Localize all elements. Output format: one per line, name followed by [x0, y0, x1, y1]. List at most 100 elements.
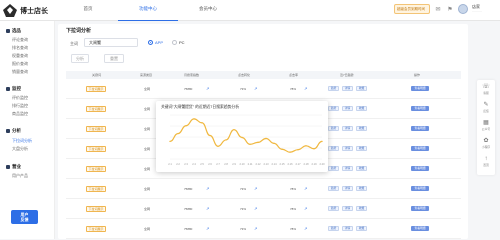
view-detail-button[interactable]: 查看明细	[411, 126, 429, 131]
keyword-tag[interactable]: 下拉词展示	[86, 126, 106, 132]
trend-icon[interactable]: ↗	[254, 206, 257, 212]
data-point[interactable]	[225, 139, 227, 141]
trend-button[interactable]: 趋势	[328, 226, 339, 231]
sidebar-item[interactable]: 评论查询	[12, 37, 28, 43]
keyword-tag[interactable]: 下拉词展示	[86, 226, 106, 232]
trend-icon[interactable]: ↗	[206, 86, 209, 92]
detail-button[interactable]: 详情	[342, 186, 353, 191]
detail-button[interactable]: 详情	[342, 146, 353, 151]
detail-button[interactable]: 详情	[342, 126, 353, 131]
favorite-button[interactable]: 收藏	[356, 206, 367, 211]
nav-function-center[interactable]: 功能中心	[118, 0, 178, 21]
avatar[interactable]	[458, 4, 468, 14]
favorite-button[interactable]: 收藏	[356, 106, 367, 111]
trend-icon[interactable]: ↗	[254, 186, 257, 192]
data-point[interactable]	[169, 140, 171, 143]
float-service[interactable]: ☏ 客服	[477, 84, 495, 95]
view-detail-button[interactable]: 查看明细	[411, 166, 429, 171]
sidebar-item[interactable]: 销量查询	[12, 69, 28, 75]
reset-button[interactable]: 重置	[104, 54, 124, 63]
data-point[interactable]	[313, 148, 315, 150]
nav-home[interactable]: 首页	[58, 0, 118, 21]
data-point[interactable]	[249, 143, 251, 146]
data-point[interactable]	[209, 134, 211, 137]
sidebar-group-analysis[interactable]: 分析	[6, 128, 21, 134]
trend-button[interactable]: 趋势	[328, 146, 339, 151]
detail-button[interactable]: 详情	[342, 86, 353, 91]
float-top[interactable]: ↑ 置顶	[477, 156, 495, 167]
notification-icon[interactable]: ✉	[434, 5, 442, 13]
vip-badge[interactable]: 超级会员到期时间	[394, 4, 430, 14]
trend-icon[interactable]: ↗	[304, 86, 307, 92]
trend-icon[interactable]: ↗	[304, 206, 307, 212]
trend-icon[interactable]: ↗	[254, 226, 257, 232]
sidebar-item[interactable]: 评价监控	[12, 95, 28, 101]
sidebar-group-business[interactable]: 营业	[6, 164, 21, 170]
feedback-promo-button[interactable]: 用户 反馈	[11, 210, 38, 224]
sidebar-item[interactable]: 权重查询	[12, 53, 28, 59]
data-point[interactable]	[201, 122, 203, 124]
data-point[interactable]	[185, 125, 187, 127]
nav-member-center[interactable]: 会员中心	[178, 0, 238, 21]
data-point[interactable]	[305, 145, 307, 147]
sidebar-item[interactable]: 排行监控	[12, 103, 28, 109]
favorite-button[interactable]: 收藏	[356, 86, 367, 91]
analyze-button[interactable]: 分析	[71, 54, 89, 63]
sidebar-item[interactable]: 大盘分析	[12, 146, 28, 152]
trend-icon[interactable]: ↗	[304, 226, 307, 232]
sidebar-item[interactable]: 排名查询	[12, 45, 28, 51]
trend-icon[interactable]: ↗	[206, 226, 209, 232]
trend-icon[interactable]: ↗	[206, 206, 209, 212]
favorite-button[interactable]: 收藏	[356, 126, 367, 131]
detail-button[interactable]: 详情	[342, 106, 353, 111]
keyword-input[interactable]: 大闸蟹	[84, 38, 138, 47]
keyword-tag[interactable]: 下拉词展示	[86, 146, 106, 152]
data-point[interactable]	[289, 151, 291, 153]
sidebar-item-active[interactable]: 下拉词分析	[12, 138, 32, 144]
float-feedback[interactable]: ✎ 反馈	[477, 102, 495, 113]
sidebar-item[interactable]: 用户产品	[12, 173, 28, 179]
trend-button[interactable]: 趋势	[328, 166, 339, 171]
favorite-button[interactable]: 收藏	[356, 226, 367, 231]
favorite-button[interactable]: 收藏	[356, 166, 367, 171]
trend-button[interactable]: 趋势	[328, 126, 339, 131]
data-point[interactable]	[257, 141, 259, 144]
platform-radio-app[interactable]: APP	[148, 40, 163, 45]
keyword-tag[interactable]: 下拉词展示	[86, 86, 106, 92]
float-miniapp[interactable]: ✿ 小程序	[477, 138, 495, 149]
platform-radio-pc[interactable]: PC	[172, 40, 185, 45]
trend-button[interactable]: 趋势	[328, 86, 339, 91]
data-point[interactable]	[233, 128, 235, 131]
data-point[interactable]	[217, 145, 219, 147]
data-point[interactable]	[193, 118, 195, 120]
favorite-button[interactable]: 收藏	[356, 146, 367, 151]
keyword-tag[interactable]: 下拉词展示	[86, 166, 106, 172]
bell-icon[interactable]: ⚑	[446, 5, 454, 13]
view-detail-button[interactable]: 查看明细	[411, 146, 429, 151]
trend-icon[interactable]: ↗	[304, 186, 307, 192]
view-detail-button[interactable]: 查看明细	[411, 86, 429, 91]
data-point[interactable]	[281, 148, 283, 150]
sidebar-item[interactable]: 商品监控	[12, 111, 28, 117]
data-point[interactable]	[241, 136, 243, 139]
trend-button[interactable]: 趋势	[328, 106, 339, 111]
data-point[interactable]	[297, 149, 299, 151]
detail-button[interactable]: 详情	[342, 166, 353, 171]
data-point[interactable]	[177, 132, 179, 135]
data-point[interactable]	[273, 142, 275, 145]
sidebar-item[interactable]: 报价查询	[12, 61, 28, 67]
detail-button[interactable]: 详情	[342, 206, 353, 211]
trend-icon[interactable]: ↗	[254, 86, 257, 92]
view-detail-button[interactable]: 查看明细	[411, 226, 429, 231]
keyword-tag[interactable]: 下拉词展示	[86, 186, 106, 192]
trend-button[interactable]: 趋势	[328, 206, 339, 211]
view-detail-button[interactable]: 查看明细	[411, 106, 429, 111]
keyword-tag[interactable]: 下拉词展示	[86, 106, 106, 112]
sidebar-group-select[interactable]: 选品	[6, 28, 21, 34]
data-point[interactable]	[265, 137, 267, 140]
data-point[interactable]	[321, 140, 323, 143]
view-detail-button[interactable]: 查看明细	[411, 186, 429, 191]
trend-icon[interactable]: ↗	[206, 186, 209, 192]
keyword-tag[interactable]: 下拉词展示	[86, 206, 106, 212]
sidebar-group-monitor[interactable]: 监控	[6, 86, 21, 92]
